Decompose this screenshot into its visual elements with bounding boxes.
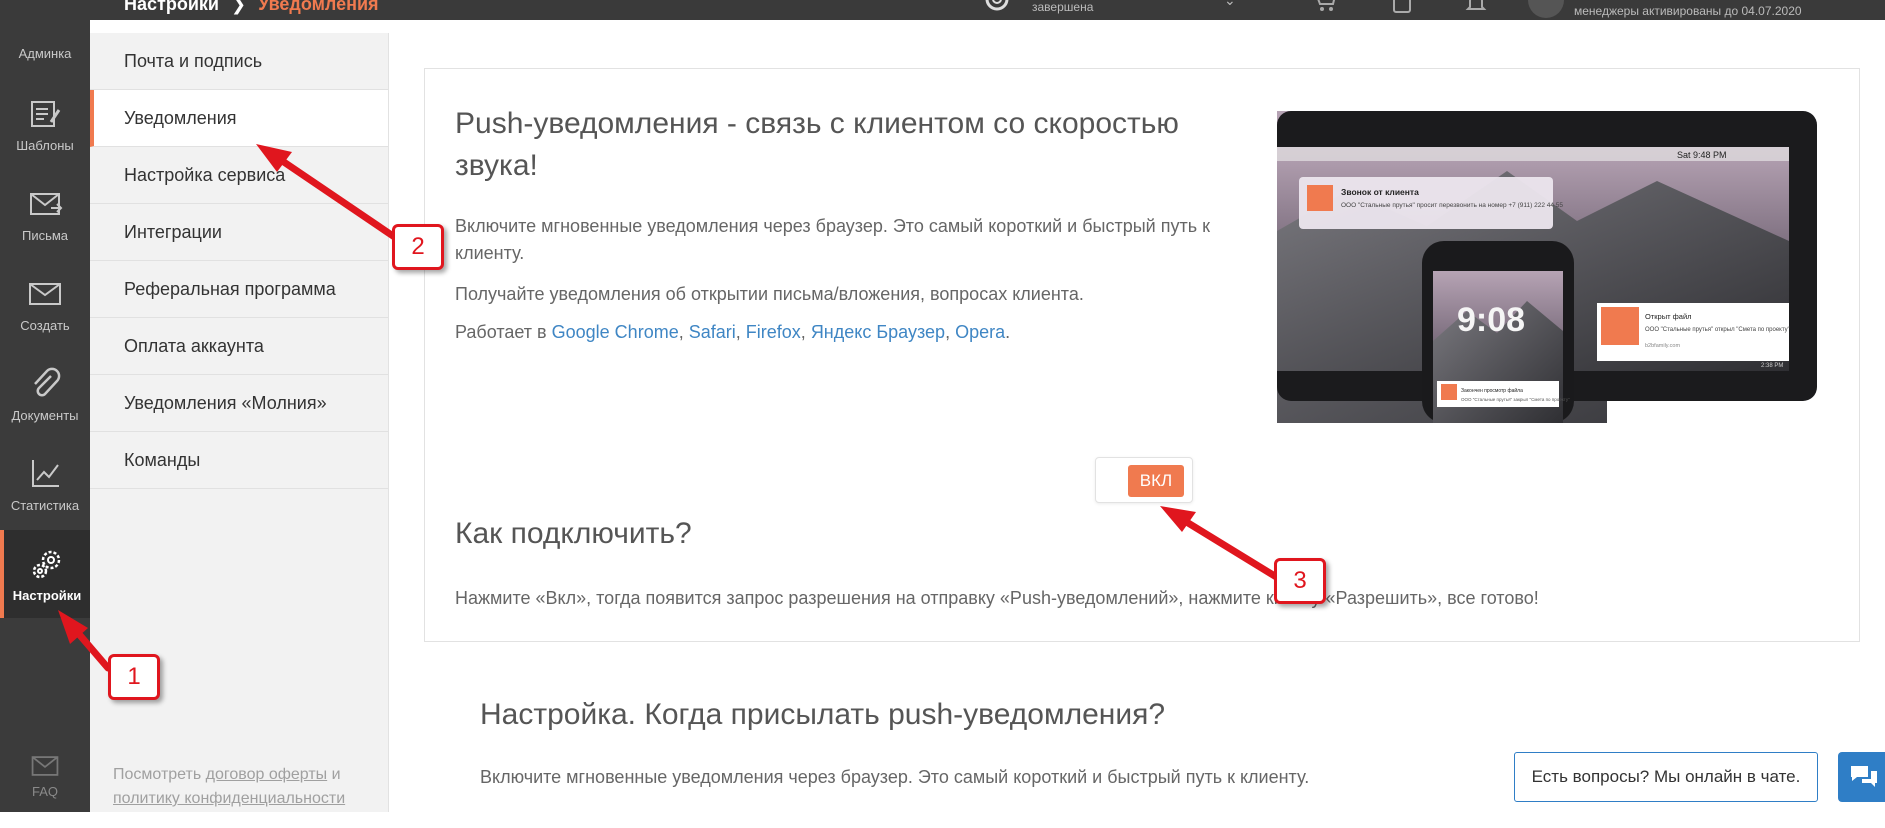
- bell-icon[interactable]: [1464, 0, 1488, 14]
- breadcrumb-root[interactable]: Настройки: [124, 0, 219, 14]
- push-notifications-card: Push-уведомления - связь с клиентом со с…: [424, 68, 1860, 642]
- avatar[interactable]: [1528, 0, 1564, 18]
- browser-link-opera[interactable]: Opera: [955, 322, 1005, 342]
- cart-icon[interactable]: [1314, 0, 1338, 14]
- breadcrumb: Настройки ❯ Уведомления: [124, 0, 379, 15]
- top-bar: Настройки ❯ Уведомления завершена ⌄ менедж…: [0, 0, 1885, 20]
- phone-notif-body: ООО "Стальные прутья" закрыл "Смета по п…: [1461, 397, 1570, 402]
- chevron-down-icon[interactable]: ⌄: [1224, 0, 1236, 9]
- browsers-prefix: Работает в: [455, 322, 547, 342]
- chat-bubbles-icon: [1851, 766, 1877, 787]
- card-paragraph-events: Получайте уведомления об открытии письма…: [455, 284, 1084, 304]
- rail-item-statistics[interactable]: Статистика: [0, 440, 90, 528]
- browser-link-yandex[interactable]: Яндекс Браузер: [811, 322, 945, 342]
- rail-item-label: Письма: [21, 228, 69, 243]
- push-toggle[interactable]: ВКЛ: [1095, 457, 1193, 503]
- breadcrumb-current: Уведомления: [258, 0, 379, 14]
- settings-section-text: Включите мгновенные уведомления через бр…: [480, 767, 1310, 787]
- rail-item-label: Шаблоны: [16, 138, 74, 153]
- rail-item-label: Документы: [11, 408, 79, 423]
- rail-item-letters[interactable]: Письма: [0, 170, 90, 258]
- rail-item-documents[interactable]: Документы: [0, 350, 90, 438]
- rail-item-settings[interactable]: Настройки: [0, 530, 90, 618]
- card-paragraph-intro: Включите мгновенные уведомления через бр…: [455, 216, 1210, 263]
- paperclip-icon: [34, 367, 61, 397]
- offer-agreement-link[interactable]: договор оферты: [206, 766, 328, 783]
- annotation-badge-1: 1: [108, 654, 160, 700]
- privacy-policy-link[interactable]: политику конфиденциальности: [113, 790, 345, 807]
- gears-icon: [32, 550, 61, 579]
- left-rail: Админка Шаблоны Письма Создать Документы: [0, 0, 90, 812]
- submenu-item-service-settings[interactable]: Настройка сервиса: [90, 147, 388, 204]
- promo-notif-call-body: ООО "Стальные прутья" просит перезвонить…: [1341, 202, 1563, 209]
- footer-prefix: Посмотреть: [113, 766, 202, 783]
- open-chat-button[interactable]: [1838, 752, 1885, 802]
- footer-and: и: [331, 766, 341, 783]
- toggle-on-label[interactable]: ВКЛ: [1128, 465, 1184, 497]
- how-to-connect-title: Как подключить?: [455, 517, 692, 550]
- rail-item-faq[interactable]: FAQ: [0, 740, 90, 828]
- chat-invite-bubble[interactable]: Есть вопросы? Мы онлайн в чате.: [1514, 752, 1818, 802]
- rail-item-label: FAQ: [31, 784, 58, 799]
- promo-notif-file-body: ООО "Стальные прутья" открыл "Смета по п…: [1645, 327, 1790, 333]
- annotation-badge-2: 2: [392, 224, 444, 270]
- phone-notif-title: Закончен просмотр файла: [1461, 387, 1523, 394]
- billing-icon[interactable]: [1390, 0, 1414, 14]
- submenu-item-lightning[interactable]: Уведомления «Молния»: [90, 375, 388, 432]
- promo-notif-file-site: b2bfamily.com: [1645, 343, 1680, 349]
- submenu-item-payment[interactable]: Оплата аккаунта: [90, 318, 388, 375]
- devices-promo-image: Sat 9:48 PM Звонок от клиента ООО "Сталь…: [1277, 111, 1822, 423]
- chevron-right-icon: ❯: [230, 0, 247, 14]
- template-icon: [31, 101, 61, 127]
- faq-mail-icon: [31, 756, 59, 776]
- rail-item-label: Статистика: [10, 498, 80, 513]
- submenu-item-referral[interactable]: Реферальная программа: [90, 261, 388, 318]
- rail-item-create[interactable]: Создать: [0, 260, 90, 348]
- stats-chart-icon: [32, 460, 59, 487]
- submenu-item-integrations[interactable]: Интеграции: [90, 204, 388, 261]
- rail-item-label: Настройки: [12, 588, 82, 603]
- submenu-footer: Посмотреть договор оферты и политику кон…: [113, 763, 383, 811]
- settings-gear-icon[interactable]: [982, 0, 1012, 14]
- how-to-connect-text: Нажмите «Вкл», тогда появится запрос раз…: [455, 588, 1539, 608]
- browser-link-chrome[interactable]: Google Chrome: [552, 322, 679, 342]
- browser-link-firefox[interactable]: Firefox: [746, 322, 801, 342]
- rail-item-templates[interactable]: Шаблоны: [0, 80, 90, 168]
- status-text: завершена: [1032, 0, 1094, 14]
- settings-section-title: Настройка. Когда присылать push-уведомле…: [480, 698, 1166, 731]
- submenu-item-teams[interactable]: Команды: [90, 432, 388, 489]
- rail-item-label: Создать: [20, 318, 70, 333]
- promo-notif-file-title: Открыт файл: [1645, 312, 1692, 321]
- submenu-item-notifications[interactable]: Уведомления: [90, 90, 388, 147]
- phone-time: 9:08: [1457, 301, 1525, 339]
- rail-admin-label[interactable]: Админка: [0, 46, 90, 61]
- account-status: менеджеры активированы до 04.07.2020: [1574, 4, 1802, 18]
- annotation-badge-3: 3: [1274, 558, 1326, 604]
- create-mail-icon: [29, 283, 61, 305]
- promo-notif-call-title: Звонок от клиента: [1341, 187, 1419, 197]
- card-paragraph-browsers: Работает в Google Chrome, Safari, Firefo…: [455, 322, 1011, 342]
- menubar-time: Sat 9:48 PM: [1677, 150, 1727, 160]
- card-title: Push-уведомления - связь с клиентом со с…: [455, 107, 1179, 182]
- letters-icon: [30, 193, 63, 215]
- submenu-item-mail-signature[interactable]: Почта и подпись: [90, 33, 388, 90]
- browser-link-safari[interactable]: Safari: [689, 322, 736, 342]
- promo-screen-time: 2:38 PM: [1761, 363, 1783, 369]
